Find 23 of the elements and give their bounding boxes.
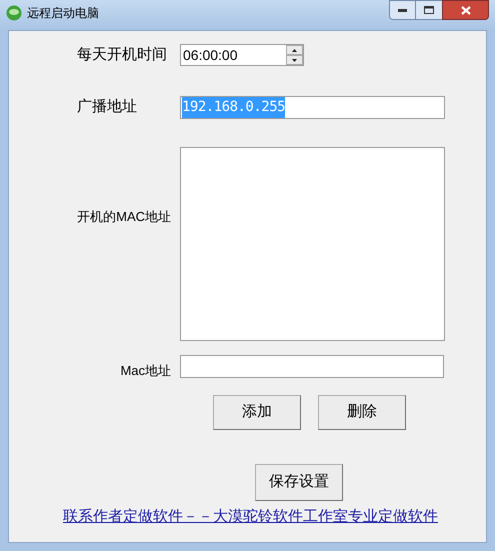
field-value: 192.168.0.255 <box>182 96 286 118</box>
app-icon <box>6 5 22 21</box>
close-button[interactable] <box>442 0 489 20</box>
spin-down-button[interactable] <box>286 55 303 66</box>
minimize-button[interactable] <box>389 0 416 20</box>
action-button[interactable]: 添加 <box>213 395 301 430</box>
action-button[interactable]: 删除 <box>318 395 406 430</box>
minimize-icon <box>398 8 407 12</box>
field-label: 开机的MAC地址 <box>76 208 171 226</box>
up-icon <box>292 48 297 52</box>
spin-up-button[interactable] <box>286 45 303 56</box>
down-icon <box>292 58 297 62</box>
field-label: Mac地址 <box>119 362 171 380</box>
maximize-button[interactable] <box>416 0 442 20</box>
close-icon <box>460 6 470 14</box>
maximize-icon <box>424 6 434 14</box>
time-field[interactable]: 06:00:00 <box>180 44 304 66</box>
window-title: 远程启动电脑 <box>27 5 99 22</box>
field-label: 广播地址 <box>76 96 137 117</box>
contact-link[interactable]: 联系作者定做软件－－大漠驼铃软件工作室专业定做软件 <box>63 506 486 528</box>
field-label: 每天开机时间 <box>76 45 168 65</box>
mac-field[interactable] <box>180 354 444 378</box>
save-button[interactable]: 保存设置 <box>255 464 343 501</box>
